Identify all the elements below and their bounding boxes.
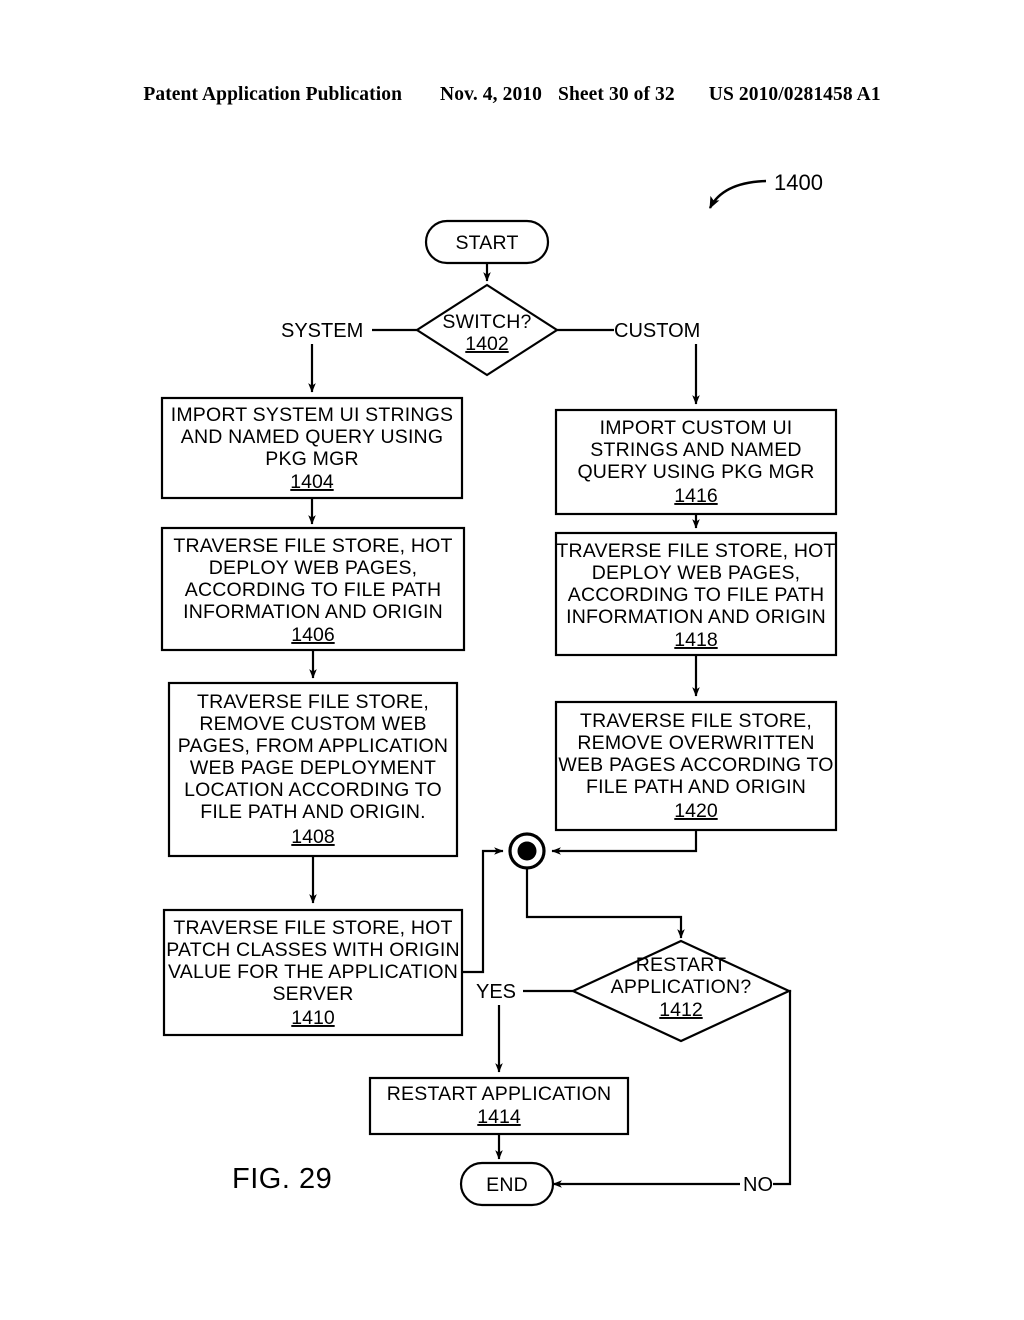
node-1418-line3: ACCORDING TO FILE PATH	[568, 584, 825, 606]
node-1420-line4: FILE PATH AND ORIGIN	[586, 776, 806, 798]
node-1404-line2: AND NAMED QUERY USING	[181, 426, 443, 448]
node-switch-decision: SWITCH? 1402	[414, 283, 560, 377]
node-1410-ref: 1410	[291, 1007, 335, 1029]
node-1406-line2: DEPLOY WEB PAGES,	[209, 557, 418, 579]
node-1408-ref: 1408	[291, 826, 334, 848]
edge-1420-to-junction	[551, 830, 698, 855]
node-1404-line1: IMPORT SYSTEM UI STRINGS	[171, 404, 454, 426]
node-1412-line2: APPLICATION?	[611, 976, 752, 998]
node-1404-line3: PKG MGR	[265, 448, 359, 470]
node-end: END	[459, 1161, 555, 1207]
node-1408-line3: PAGES, FROM APPLICATION	[178, 735, 448, 757]
node-end-label: END	[486, 1174, 528, 1196]
node-1408-line6: FILE PATH AND ORIGIN.	[200, 801, 426, 823]
edge-no-path	[773, 989, 792, 1186]
node-1410-line2: PATCH CLASSES WITH ORIGIN	[166, 939, 460, 961]
node-import-system-strings: IMPORT SYSTEM UI STRINGS AND NAMED QUERY…	[160, 396, 464, 500]
node-remove-overwritten-pages: TRAVERSE FILE STORE, REMOVE OVERWRITTEN …	[554, 700, 838, 832]
node-hot-patch-classes: TRAVERSE FILE STORE, HOT PATCH CLASSES W…	[162, 908, 464, 1037]
node-1410-line1: TRAVERSE FILE STORE, HOT	[173, 917, 452, 939]
node-restart-decision: RESTART APPLICATION? 1412	[570, 939, 792, 1043]
edge-label-custom: CUSTOM	[614, 320, 700, 342]
node-1414-line1: RESTART APPLICATION	[387, 1083, 612, 1105]
node-1408-line2: REMOVE CUSTOM WEB	[199, 713, 426, 735]
node-1404-ref: 1404	[290, 471, 334, 493]
node-start-label: START	[455, 232, 518, 254]
node-1414-ref: 1414	[477, 1106, 521, 1128]
edge-junction-to-restart-decision	[525, 868, 685, 939]
node-1406-ref: 1406	[291, 624, 334, 646]
flowchart-diagram: 1400 START SWITCH? 1402 SYSTEM CUSTOM IM…	[160, 170, 838, 1207]
node-1420-ref: 1420	[674, 800, 718, 822]
node-traverse-deploy-custom: TRAVERSE FILE STORE, HOT DEPLOY WEB PAGE…	[554, 531, 838, 657]
node-1416-ref: 1416	[674, 485, 717, 507]
node-1420-line3: WEB PAGES ACCORDING TO	[558, 754, 833, 776]
node-1410-line3: VALUE FOR THE APPLICATION	[168, 961, 458, 983]
node-import-custom-strings: IMPORT CUSTOM UI STRINGS AND NAMED QUERY…	[554, 408, 838, 516]
node-1420-line2: REMOVE OVERWRITTEN	[577, 732, 814, 754]
node-1418-line2: DEPLOY WEB PAGES,	[592, 562, 801, 584]
node-1418-line1: TRAVERSE FILE STORE, HOT	[556, 540, 835, 562]
node-merge-junction	[508, 832, 546, 870]
edge-1410-to-junction	[462, 847, 504, 974]
patent-page: Patent Application Publication Nov. 4, 2…	[0, 0, 1024, 1320]
node-1412-line1: RESTART	[636, 954, 727, 976]
node-1412-ref: 1412	[659, 999, 702, 1021]
figure-reference-callout: 1400	[708, 170, 823, 209]
edge-label-yes: YES	[476, 981, 516, 1003]
node-switch-ref: 1402	[465, 333, 508, 355]
figure-reference-number: 1400	[774, 170, 823, 195]
node-1418-ref: 1418	[674, 629, 717, 651]
node-1408-line4: WEB PAGE DEPLOYMENT	[190, 757, 436, 779]
node-switch-label: SWITCH?	[442, 311, 531, 333]
node-1406-line3: ACCORDING TO FILE PATH	[185, 579, 442, 601]
node-restart-application: RESTART APPLICATION 1414	[368, 1076, 630, 1136]
node-1410-line4: SERVER	[272, 983, 353, 1005]
node-1408-line1: TRAVERSE FILE STORE,	[197, 691, 429, 713]
edge-label-system: SYSTEM	[281, 320, 363, 342]
node-traverse-deploy-system: TRAVERSE FILE STORE, HOT DEPLOY WEB PAGE…	[160, 526, 466, 652]
node-start: START	[424, 219, 550, 265]
node-1406-line4: INFORMATION AND ORIGIN	[183, 601, 443, 623]
edge-label-no: NO	[743, 1174, 773, 1196]
node-1406-line1: TRAVERSE FILE STORE, HOT	[173, 535, 452, 557]
node-1416-line2: STRINGS AND NAMED	[590, 439, 801, 461]
node-1416-line1: IMPORT CUSTOM UI	[600, 417, 793, 439]
node-1408-line5: LOCATION ACCORDING TO	[184, 779, 442, 801]
node-1416-line3: QUERY USING PKG MGR	[577, 461, 814, 483]
node-remove-custom-pages: TRAVERSE FILE STORE, REMOVE CUSTOM WEB P…	[167, 681, 459, 858]
node-1420-line1: TRAVERSE FILE STORE,	[580, 710, 812, 732]
node-1418-line4: INFORMATION AND ORIGIN	[566, 606, 826, 628]
